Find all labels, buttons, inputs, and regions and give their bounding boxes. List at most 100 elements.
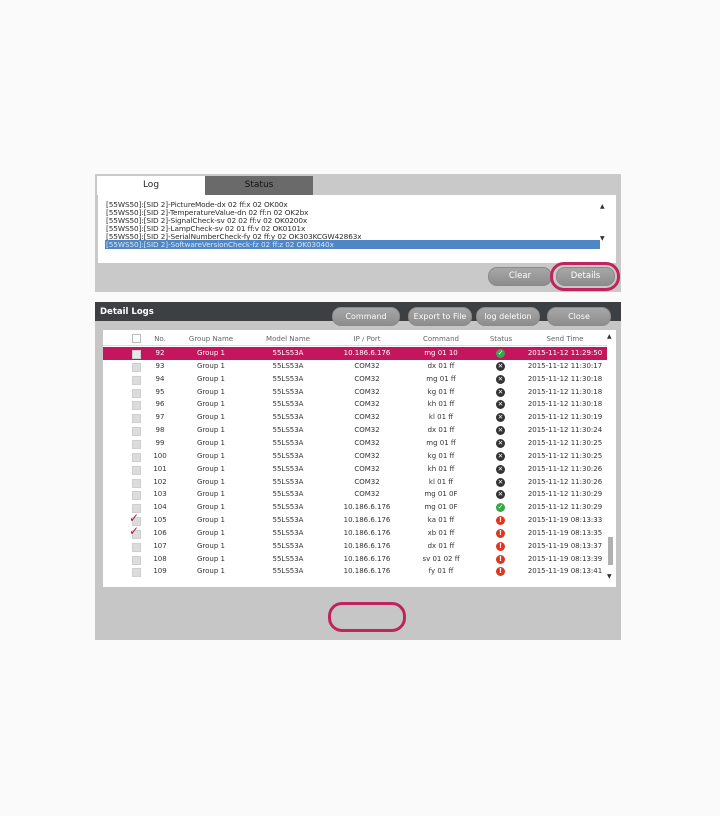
close-button[interactable]: Close	[547, 307, 611, 326]
row-checkbox[interactable]	[132, 414, 141, 424]
row-checkbox[interactable]	[132, 555, 141, 565]
table-row[interactable]: ✓ 105 Group 1 55LS53A 10.186.6.176 ka 01 ff 20…	[103, 511, 607, 527]
clear-button[interactable]: Clear	[488, 267, 552, 286]
tab-status[interactable]: Status	[205, 176, 313, 195]
table-row[interactable]: 92 Group 1 55LS53A 10.186.6.176 mg 01 10 2015…	[103, 347, 607, 360]
row-checkbox[interactable]	[132, 478, 141, 488]
export-to-file-button[interactable]: Export to File	[408, 307, 472, 326]
row-command: xb 01 ff	[427, 528, 455, 537]
table-row[interactable]: 104 Group 1 55LS53A 10.186.6.176 mg 01 0F 201…	[103, 501, 607, 514]
row-ip-port: COM32	[354, 374, 380, 383]
row-checkbox[interactable]	[132, 375, 141, 385]
log-text-area[interactable]: [55WS50]:[SID 2]-PictureMode-dx 02 ff:x …	[98, 195, 616, 263]
table-row[interactable]: 93 Group 1 55LS53A COM32 dx 01 ff 2015-11-12 …	[103, 360, 607, 373]
log-deletion-button[interactable]: log deletion	[476, 307, 540, 326]
row-model-name: 55LS53A	[272, 490, 304, 499]
scroll-down-icon[interactable]: ▼	[607, 573, 612, 580]
table-row[interactable]: 108 Group 1 55LS53A 10.186.6.176 sv 01 02 ff…	[103, 553, 607, 566]
table-row[interactable]: 96 Group 1 55LS53A COM32 kh 01 ff 2015-11-12 …	[103, 398, 607, 411]
x-circle-icon: ✕	[496, 426, 505, 436]
row-no: 97	[155, 413, 165, 422]
row-command: kh 01 ff	[427, 400, 455, 409]
x-circle-icon: ✕	[496, 490, 505, 500]
table-row[interactable]: 102 Group 1 55LS53A COM32 kl 01 ff 2015-11-12…	[103, 476, 607, 489]
row-checkbox[interactable]	[132, 362, 141, 372]
row-ip-port: COM32	[354, 490, 380, 499]
row-checkbox[interactable]	[132, 542, 141, 552]
row-group-name: Group 1	[197, 464, 225, 473]
row-checkbox[interactable]	[132, 465, 141, 475]
scroll-thumb[interactable]	[608, 537, 613, 565]
table-row[interactable]: 101 Group 1 55LS53A COM32 kh 01 ff 2015-11-12…	[103, 463, 607, 476]
table-row[interactable]: 94 Group 1 55LS53A COM32 mg 01 ff 2015-11-12 …	[103, 373, 607, 386]
exclamation-circle-icon: !	[496, 541, 505, 551]
row-send-time: 2015-11-19 08:13:39	[527, 554, 603, 563]
x-circle-icon: ✕	[496, 451, 505, 461]
table-row[interactable]: 103 Group 1 55LS53A COM32 mg 01 0F 2015-11-12…	[103, 488, 607, 501]
row-model-name: 55LS53A	[272, 413, 304, 422]
row-no: 109	[153, 567, 167, 576]
row-checkbox[interactable]	[132, 401, 141, 411]
row-checkbox[interactable]	[132, 427, 141, 437]
row-checkbox[interactable]	[132, 452, 141, 462]
row-no: 105	[153, 516, 167, 525]
table-row[interactable]: 107 Group 1 55LS53A 10.186.6.176 dx 01 ff 201…	[103, 540, 607, 553]
row-model-name: 55LS53A	[272, 426, 304, 435]
row-no: 95	[155, 387, 165, 396]
row-group-name: Group 1	[197, 438, 225, 447]
column-header-send-time[interactable]: Send Time	[523, 333, 607, 346]
row-send-time: 2015-11-12 11:30:19	[527, 413, 603, 422]
table-row[interactable]: 100 Group 1 55LS53A COM32 kg 01 ff 2015-11-12…	[103, 450, 607, 463]
row-checkbox[interactable]	[132, 388, 141, 398]
row-command: dx 01 ff	[427, 361, 455, 370]
row-group-name: Group 1	[197, 387, 225, 396]
row-no: 102	[153, 477, 167, 486]
log-line-selected: [55WS50]:[SID 2]-SoftwareVersionCheck-fz…	[105, 240, 600, 249]
row-checkbox[interactable]	[132, 350, 141, 359]
row-ip-port: COM32	[354, 438, 380, 447]
row-checkbox[interactable]	[132, 491, 141, 501]
table-row[interactable]: 97 Group 1 55LS53A COM32 kl 01 ff 2015-11-12 …	[103, 411, 607, 424]
scroll-down-icon[interactable]: ▼	[600, 235, 605, 242]
row-send-time: 2015-11-12 11:30:18	[527, 374, 603, 383]
exclamation-circle-icon: !	[496, 567, 505, 577]
scroll-up-icon[interactable]: ▲	[600, 203, 605, 210]
detail-logs-table: No. Group Name Model Name IP / Port Comm…	[103, 330, 616, 587]
table-row[interactable]: 98 Group 1 55LS53A COM32 dx 01 ff 2015-11-12 …	[103, 424, 607, 437]
exclamation-circle-icon: !	[496, 516, 505, 526]
column-header-command[interactable]: Command	[403, 333, 479, 346]
table-row[interactable]: 99 Group 1 55LS53A COM32 mg 01 ff 2015-11-12 …	[103, 437, 607, 450]
table-row[interactable]: 95 Group 1 55LS53A COM32 kg 01 ff 2015-11-12 …	[103, 386, 607, 399]
column-header-no[interactable]: No.	[143, 333, 177, 346]
row-group-name: Group 1	[197, 413, 225, 422]
row-no: 100	[153, 451, 167, 460]
table-row[interactable]: 109 Group 1 55LS53A 10.186.6.176 fy 01 ff 201…	[103, 565, 607, 578]
row-ip-port: COM32	[354, 387, 380, 396]
column-header-group[interactable]: Group Name	[177, 333, 245, 346]
table-scrollbar[interactable]: ▲ ▼	[607, 333, 614, 583]
table-row[interactable]: ✓ 106 Group 1 55LS53A 10.186.6.176 xb 01 ff 20…	[103, 524, 607, 540]
details-highlight-ring	[550, 262, 620, 291]
row-checkbox[interactable]	[132, 568, 141, 578]
row-model-name: 55LS53A	[272, 516, 304, 525]
select-all-checkbox[interactable]	[132, 334, 141, 343]
row-model-name: 55LS53A	[272, 387, 304, 396]
row-group-name: Group 1	[197, 349, 225, 357]
row-model-name: 55LS53A	[272, 361, 304, 370]
row-ip-port: 10.186.6.176	[343, 554, 391, 563]
scroll-up-icon[interactable]: ▲	[607, 333, 612, 340]
row-checkbox[interactable]	[132, 439, 141, 449]
row-group-name: Group 1	[197, 490, 225, 499]
x-circle-icon: ✕	[496, 464, 505, 474]
row-group-name: Group 1	[197, 541, 225, 550]
column-header-model[interactable]: Model Name	[245, 333, 331, 346]
row-command: kh 01 ff	[427, 464, 455, 473]
row-ip-port: COM32	[354, 477, 380, 486]
log-scrollbar[interactable]: ▲ ▼	[600, 201, 608, 245]
row-group-name: Group 1	[197, 451, 225, 460]
command-again-button[interactable]: Command Again	[332, 307, 400, 338]
column-header-status[interactable]: Status	[479, 333, 523, 346]
tab-log[interactable]: Log	[97, 176, 205, 195]
row-command: mg 01 ff	[426, 438, 456, 447]
row-send-time: 2015-11-12 11:30:29	[527, 490, 603, 499]
